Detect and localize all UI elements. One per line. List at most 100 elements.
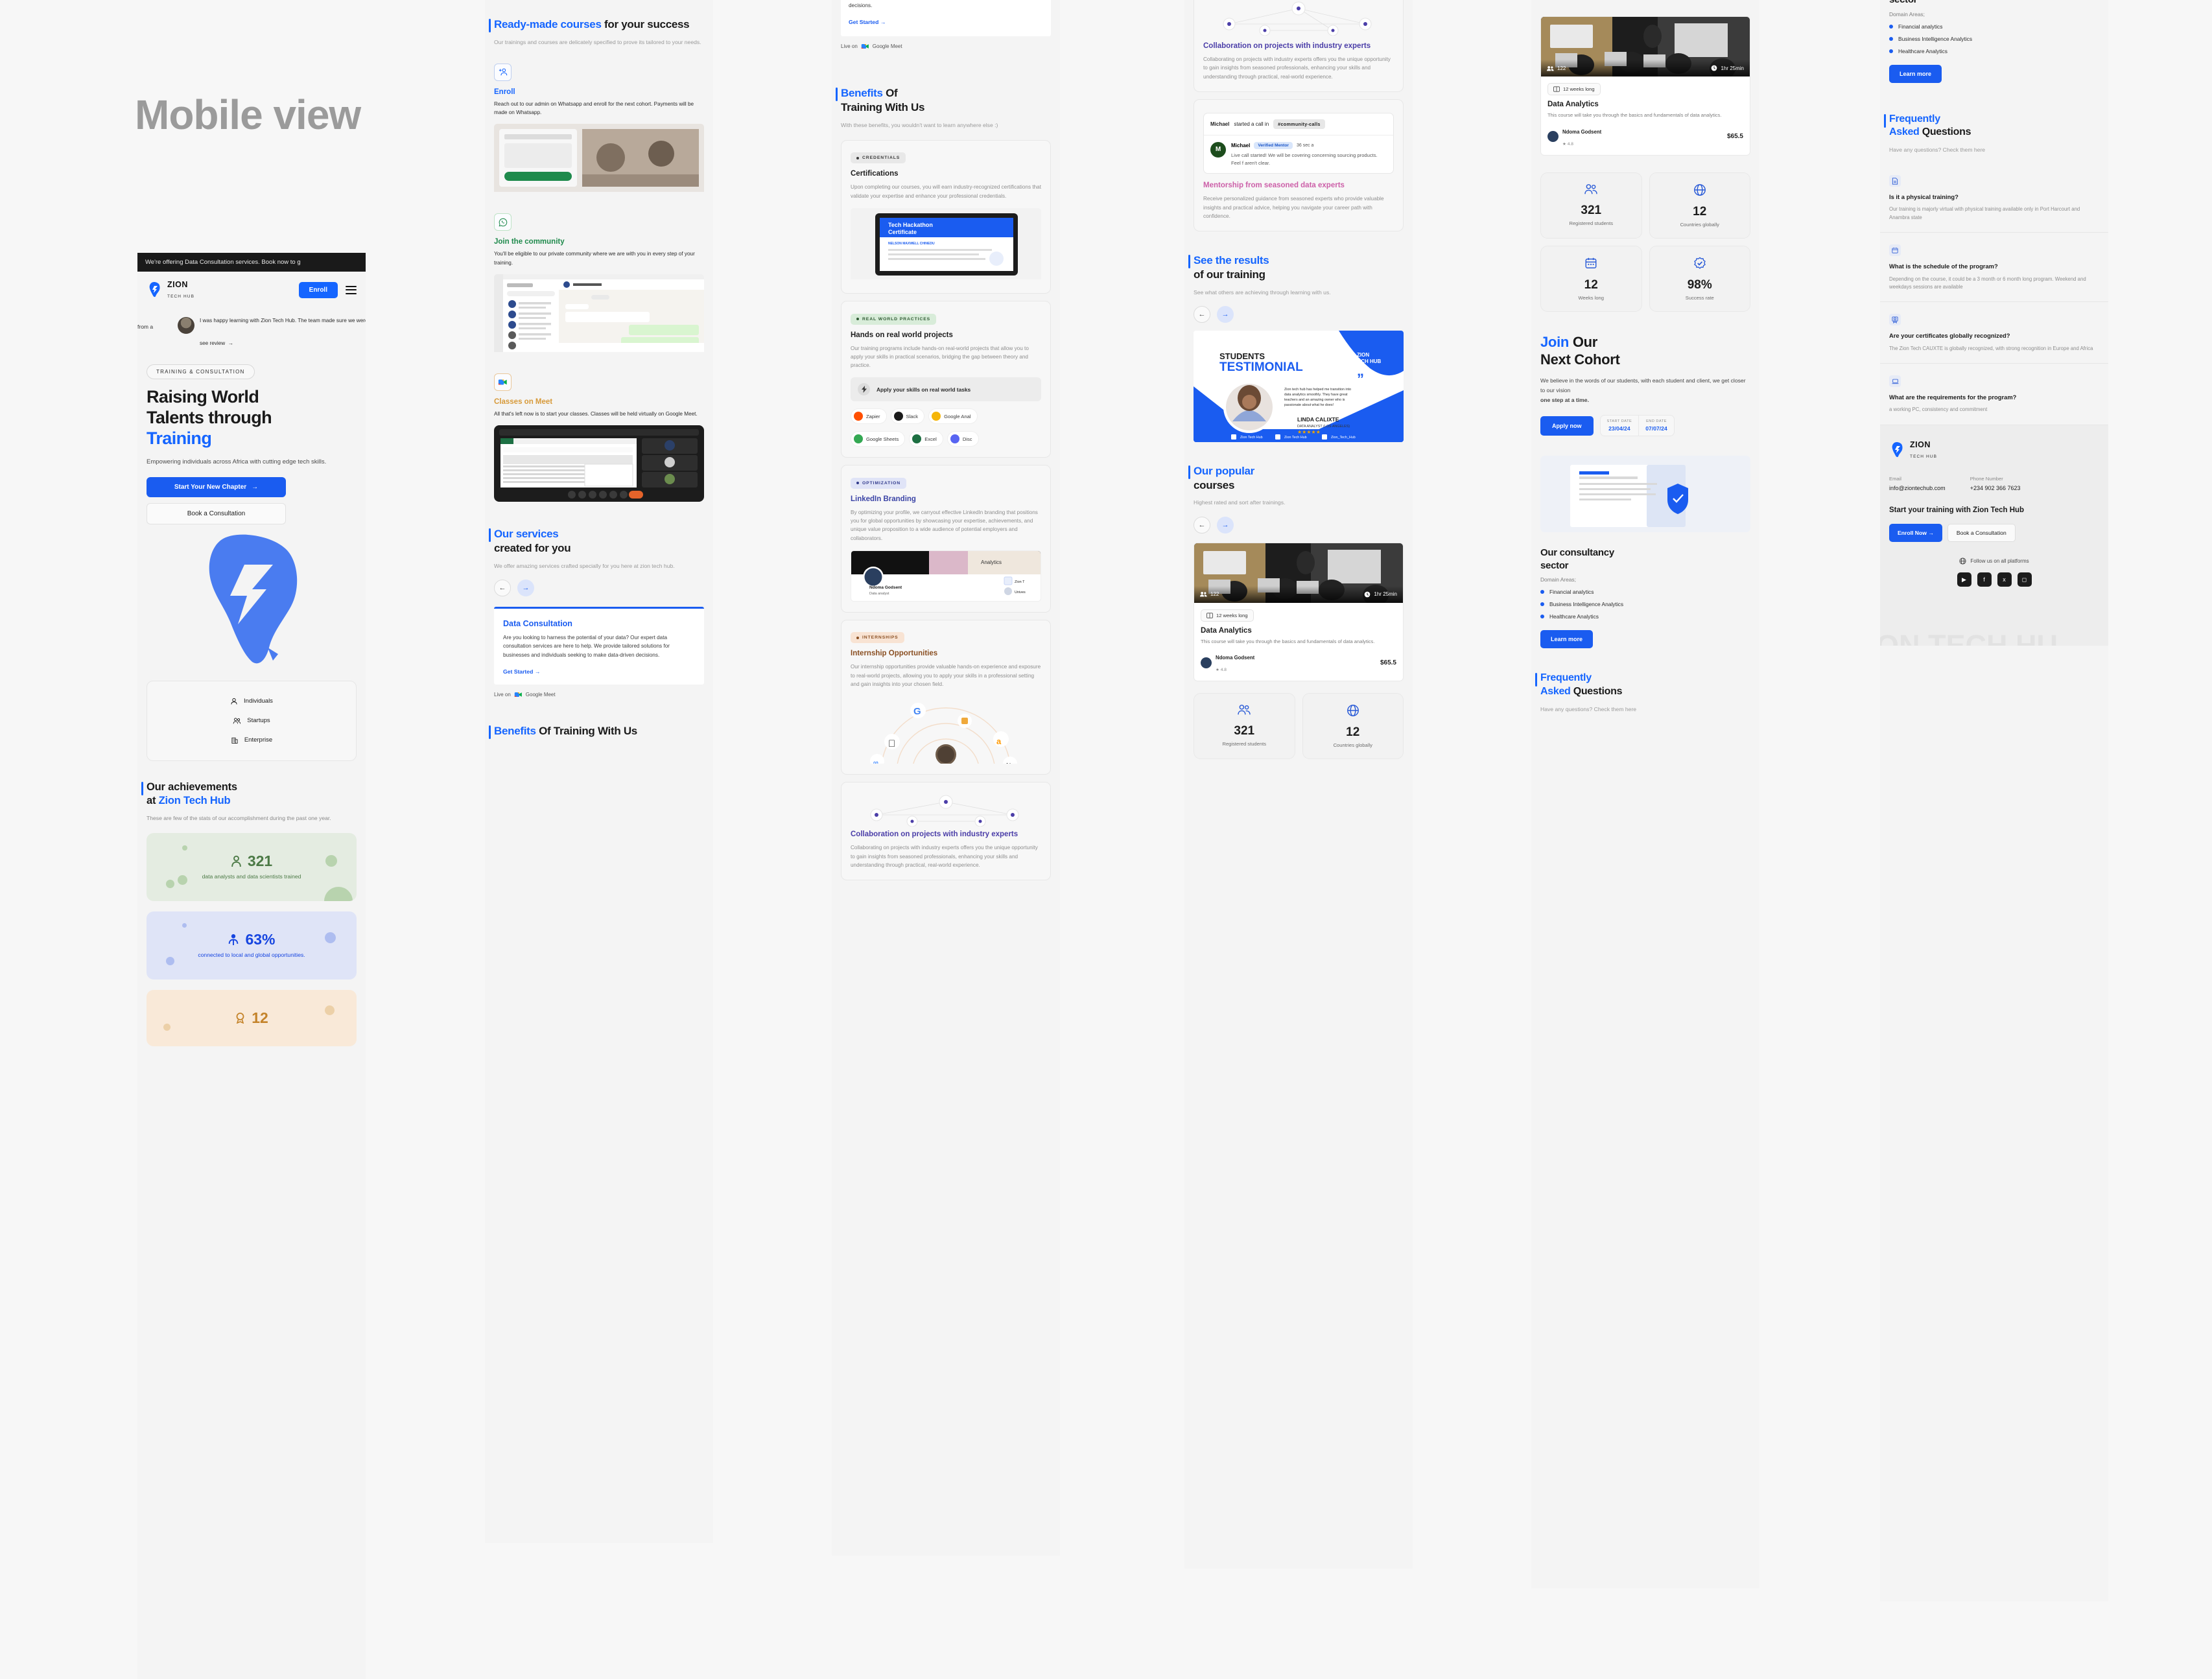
results-title: See the results of our training (1194, 254, 1269, 281)
footer-watermark: ON TECH HU (1880, 628, 2058, 646)
svg-text:NELSON MAXWELL CHINEDU: NELSON MAXWELL CHINEDU (888, 242, 935, 246)
enroll-button[interactable]: Enroll (298, 281, 338, 298)
logo[interactable]: ZION TECH HUB (147, 279, 194, 300)
facebook-icon[interactable]: f (1977, 572, 1992, 587)
faq-item[interactable]: What are the requirements for the progra… (1880, 364, 2108, 425)
audience-item-enterprise[interactable]: Enterprise (147, 731, 356, 750)
tool-chip: Zapier (851, 408, 887, 425)
people-icon (1547, 65, 1554, 71)
africa-illustration (209, 534, 298, 664)
document-icon (1889, 175, 1901, 187)
start-date: START DATE 23/04/24 (1606, 419, 1632, 432)
bullet-item: Healthcare Analytics (1540, 613, 1750, 620)
avatar (178, 317, 194, 334)
footer-cta-text: Start your training with Zion Tech Hub (1889, 506, 2025, 514)
course-card[interactable]: 122 1hr 25min 12 weeks long Data Analyti… (1194, 542, 1404, 682)
ready-made-heading: Ready-made courses for your success (494, 18, 690, 30)
menu-icon[interactable] (346, 285, 357, 294)
svg-text:a: a (996, 736, 1002, 746)
consultancy-bullets: Financial analytics Business Intelligenc… (1540, 589, 1750, 620)
benefit-tag: INTERNSHIPS (851, 632, 904, 644)
carousel-next-button[interactable]: → (1217, 305, 1234, 323)
slack-channel[interactable]: #community-calls (1273, 119, 1325, 129)
course-rating: ★ 4.8 (1562, 141, 1573, 147)
popular-courses-header: Our popular courses Highest rated and so… (1184, 464, 1413, 534)
apply-now-button[interactable]: Apply now (1540, 416, 1594, 436)
course-author: Ndoma Godsent (1216, 655, 1255, 661)
see-review-link[interactable]: see review → (137, 340, 366, 346)
service-card-data-consultation[interactable]: Data Consultation Are you looking to har… (494, 607, 704, 685)
carousel-prev-button[interactable]: ← (1194, 516, 1210, 534)
consultancy-subtitle: Domain Areas; (1889, 10, 1925, 18)
faq-item[interactable]: Is it a physical training? Our training … (1880, 163, 2108, 233)
learn-more-button[interactable]: Learn more (1889, 64, 1942, 83)
apply-skills-row: Apply your skills on real world tasks (851, 377, 1041, 402)
hero-subtitle: Empowering individuals across Africa wit… (147, 458, 327, 465)
start-new-chapter-button[interactable]: Start Your New Chapter → (147, 476, 286, 497)
benefit-title: Internship Opportunities (851, 650, 938, 658)
step-desc: You'll be eligible to our private commun… (494, 251, 695, 266)
faq-header: Frequently Asked Questions Have any ques… (1531, 672, 1759, 714)
footer-logo[interactable]: ZION TECH HUB (1889, 440, 2099, 460)
carousel-next-button[interactable]: → (517, 580, 534, 596)
ready-made-section: Ready-made courses for your success Our … (485, 0, 713, 47)
stat-value: 12 (1693, 204, 1707, 218)
google-meet-icon (494, 373, 512, 392)
service-card-wrap: Data Consultation Are you looking to har… (485, 607, 713, 698)
get-started-link[interactable]: Get Started → (849, 19, 886, 25)
course-body: 12 weeks long Data Analytics This course… (1194, 603, 1403, 681)
twitter-icon[interactable]: x (1997, 572, 2012, 587)
svg-text:Zion Tech Hub: Zion Tech Hub (1240, 436, 1263, 440)
services-carousel-controls: ← → (494, 580, 704, 596)
stat-tile: 12 Countries globally (1649, 172, 1750, 239)
email-value[interactable]: info@ziontechub.com (1889, 485, 1946, 491)
learn-more-button[interactable]: Learn more (1540, 630, 1594, 649)
course-footer: Ndoma Godsent ★ 4.8 $65.5 (1201, 651, 1396, 674)
globe-icon (1347, 705, 1359, 717)
audience-item-startups[interactable]: Startups (147, 711, 356, 731)
step-desc: All that's left now is to start your cla… (494, 411, 698, 417)
bullet-item: Financial analytics (1540, 589, 1750, 595)
svg-text:Analytics: Analytics (981, 559, 1002, 565)
course-price: $65.5 (1726, 133, 1743, 141)
benefit-tag: CREDENTIALS (851, 152, 906, 164)
course-card[interactable]: 122 1hr 25min 12 weeks long Data Analyti… (1540, 16, 1750, 156)
course-desc: This course will take you through the ba… (1201, 638, 1375, 644)
footer: ZION TECH HUB Email info@ziontechub.com … (1880, 425, 2108, 646)
consultancy-illustration (1540, 456, 1750, 533)
bullet-item: Financial analytics (1889, 23, 2099, 30)
youtube-icon[interactable]: ▶ (1957, 572, 1971, 587)
whatsapp-screenshot (494, 274, 704, 355)
book-consultation-button[interactable]: Book a Consultation (1947, 524, 2016, 543)
get-started-link[interactable]: Get Started → (503, 668, 540, 675)
enroll-now-button[interactable]: Enroll Now → (1889, 524, 1942, 543)
book-consultation-button[interactable]: Book a Consultation (147, 502, 286, 524)
audience-item-individuals[interactable]: Individuals (147, 692, 356, 711)
mobile-screen-2: Ready-made courses for your success Our … (485, 0, 713, 1543)
phone-value[interactable]: +234 902 366 7623 (1970, 485, 2021, 491)
logo-text: ZION TECH HUB (1910, 440, 1938, 459)
faq-header: Frequently Asked Questions Have any ques… (1880, 113, 2108, 155)
stat-label: Success rate (1685, 294, 1714, 301)
svg-text:Certificate: Certificate (888, 229, 917, 235)
carousel-prev-button[interactable]: ← (1194, 305, 1210, 323)
medal-icon (236, 1013, 244, 1024)
mobile-view-board: Mobile view We're offering Data Consulta… (0, 0, 2212, 1679)
benefit-desc: Upon completing our courses, you will ea… (851, 184, 1041, 199)
carousel-prev-button[interactable]: ← (494, 580, 511, 596)
linkedin-profile-mockup: Analytics Ndoma Godsent Data analyst Zio… (851, 550, 1041, 602)
stat-label: Countries globally (1680, 221, 1719, 228)
slack-message: M Michael Verified Mentor 36 sec a Live … (1204, 135, 1393, 174)
svg-text::  (888, 738, 895, 749)
tool-chip: Excel (909, 431, 943, 447)
achievements-title: Our achievements at Zion Tech Hub (147, 781, 237, 807)
faq-list: Is it a physical training? Our training … (1880, 163, 2108, 425)
consultancy-title: Our consultancy sector (1540, 547, 1614, 571)
instagram-icon[interactable]: ◻ (2017, 572, 2032, 587)
faq-item[interactable]: Are your certificates globally recognize… (1880, 302, 2108, 364)
carousel-next-button[interactable]: → (1217, 516, 1234, 534)
meet-screenshot (494, 425, 704, 505)
nav-actions: Enroll (298, 281, 357, 298)
benefits-header: Benefits Of Training With Us With these … (832, 86, 1060, 130)
faq-item[interactable]: What is the schedule of the program? Dep… (1880, 233, 2108, 303)
